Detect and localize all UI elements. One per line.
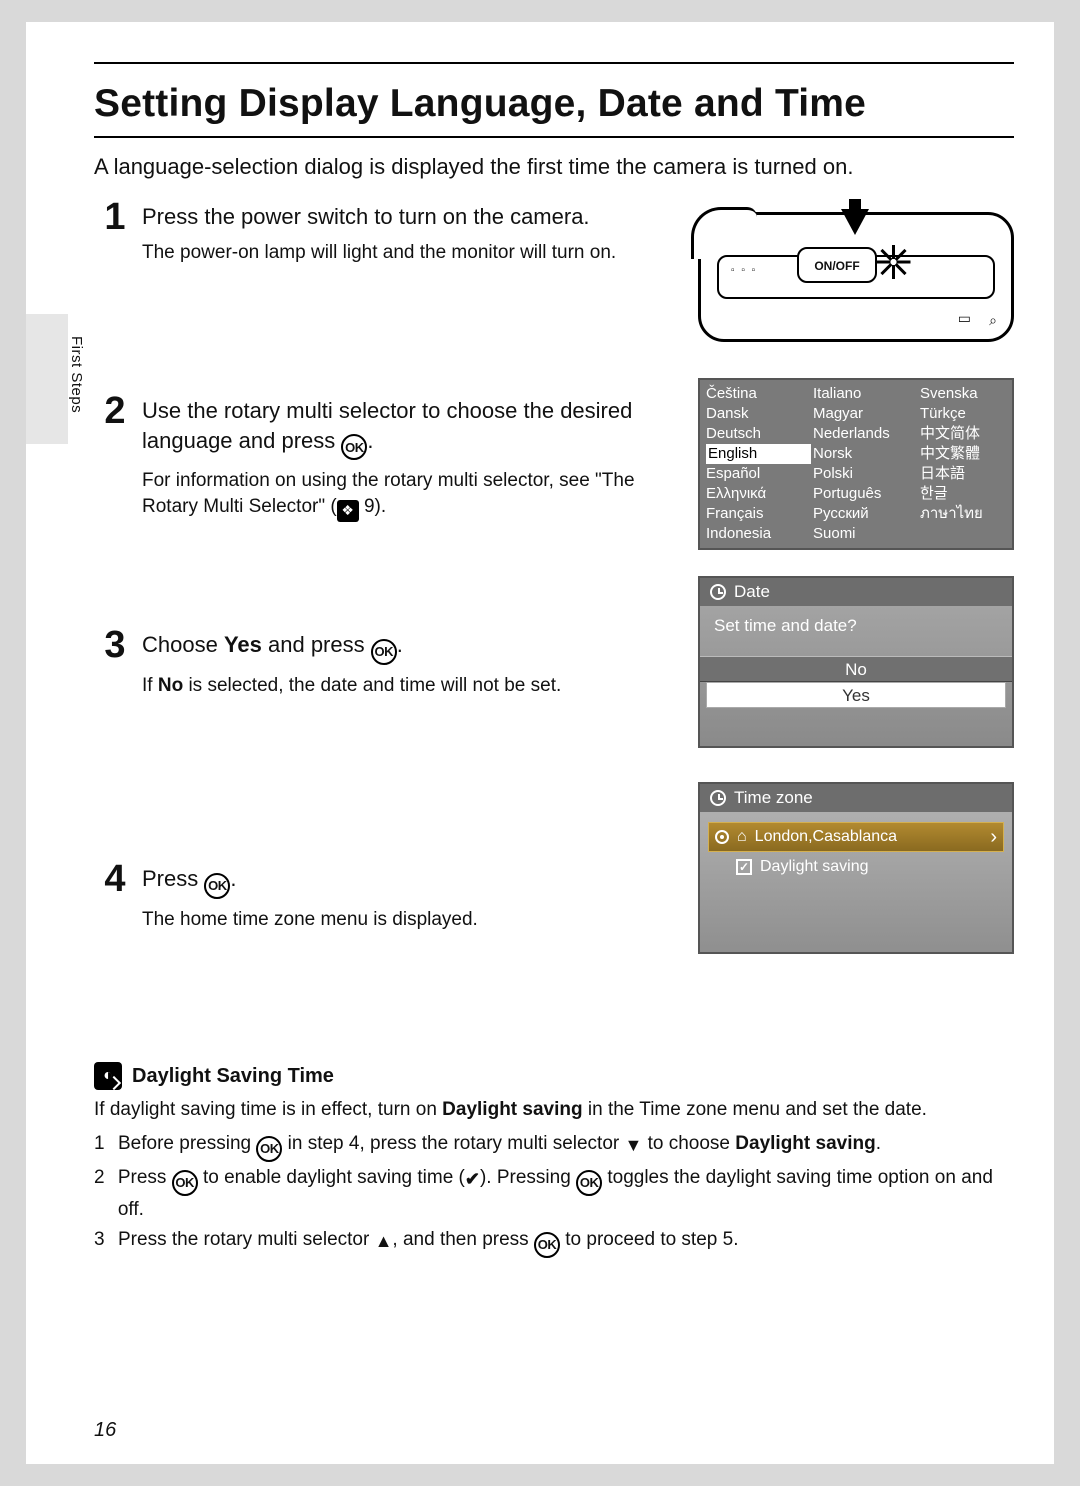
chevron-right-icon: › <box>990 826 997 849</box>
triangle-up-icon: ▲ <box>375 1228 393 1254</box>
step-number: 4 <box>94 858 136 901</box>
lang-item: Italiano <box>813 384 918 404</box>
camera-illustration: ▫ ▫ ▫ ON/OFF ▭ ⌕ <box>698 212 1014 342</box>
lang-item: Norsk <box>813 444 918 464</box>
lang-item: Español <box>706 464 811 484</box>
step-description: The power-on lamp will light and the mon… <box>142 240 662 266</box>
section-tab-bg <box>26 314 68 444</box>
step-description: If No is selected, the date and time wil… <box>142 673 662 699</box>
note-item-3: 3 Press the rotary multi selector ▲, and… <box>94 1226 1014 1258</box>
note-body: If daylight saving time is in effect, tu… <box>94 1096 1014 1258</box>
timezone-location-row: ⌂ London,Casablanca › <box>708 822 1004 852</box>
lang-item: 한글 <box>920 484 1020 504</box>
daylight-saving-row: ✓ Daylight saving <box>708 852 1004 882</box>
lang-item: Čeština <box>706 384 811 404</box>
lang-item: Polski <box>813 464 918 484</box>
lang-item: Português <box>813 484 918 504</box>
note-item-1: 1 Before pressing OK in step 4, press th… <box>94 1130 1014 1162</box>
checkbox-icon: ✓ <box>736 859 752 875</box>
step-description: The home time zone menu is displayed. <box>142 907 662 933</box>
target-icon <box>715 830 729 844</box>
ok-icon: OK <box>534 1232 560 1258</box>
dialog-title-bar: Time zone <box>700 784 1012 812</box>
dialog-question: Set time and date? <box>700 606 1012 656</box>
triangle-down-icon: ▼ <box>625 1132 643 1158</box>
lang-item: Русский <box>813 504 918 524</box>
dialog-title: Date <box>734 582 770 602</box>
lang-item: Türkçe <box>920 404 1020 424</box>
lang-item: Suomi <box>813 524 918 544</box>
arrow-down-icon <box>841 209 869 235</box>
note-list: 1 Before pressing OK in step 4, press th… <box>94 1130 1014 1259</box>
home-icon: ⌂ <box>737 828 747 846</box>
dialog-title-bar: Date <box>700 578 1012 606</box>
note-icon: ◐ <box>94 1062 122 1090</box>
ok-icon: OK <box>256 1136 282 1162</box>
step-number: 3 <box>94 624 136 667</box>
language-selection-screen: Čeština Italiano Svenska Dansk Magyar Tü… <box>698 378 1014 550</box>
dialog-title: Time zone <box>734 788 813 808</box>
ok-icon: OK <box>341 434 367 460</box>
clock-icon <box>710 584 726 600</box>
page-title: Setting Display Language, Date and Time <box>94 82 1014 138</box>
top-rule <box>94 62 1014 64</box>
note-item-2: 2 Press OK to enable daylight saving tim… <box>94 1164 1014 1224</box>
step-heading: Press OK. <box>142 864 662 899</box>
lang-item-selected: English <box>706 444 811 464</box>
lang-item: 中文简体 <box>920 424 1020 444</box>
xref-icon: ❖ <box>337 500 359 522</box>
clock-icon <box>710 790 726 806</box>
speaker-icon: ▭ <box>958 310 971 327</box>
note-title: Daylight Saving Time <box>132 1065 334 1088</box>
lang-item: 中文繁體 <box>920 444 1020 464</box>
ok-icon: OK <box>204 873 230 899</box>
step-heading: Choose Yes and press OK. <box>142 630 662 665</box>
date-dialog-screen: Date Set time and date? No Yes <box>698 576 1014 748</box>
step-number: 2 <box>94 390 136 433</box>
lang-item: Deutsch <box>706 424 811 444</box>
ok-icon: OK <box>576 1170 602 1196</box>
note-lead: If daylight saving time is in effect, tu… <box>94 1096 1014 1124</box>
lang-item <box>920 524 1020 544</box>
ok-icon: OK <box>371 639 397 665</box>
daylight-saving-label: Daylight saving <box>760 858 869 876</box>
step-heading: Use the rotary multi selector to choose … <box>142 396 662 460</box>
step-heading: Press the power switch to turn on the ca… <box>142 202 662 232</box>
lang-item: Svenska <box>920 384 1020 404</box>
page-number: 16 <box>94 1419 116 1442</box>
power-switch-label: ON/OFF <box>797 247 877 283</box>
flash-burst-icon <box>877 245 911 279</box>
option-yes: Yes <box>706 682 1006 708</box>
note-section: ◐ Daylight Saving Time If daylight savin… <box>94 1062 1014 1258</box>
intro-text: A language-selection dialog is displayed… <box>94 154 853 180</box>
indicator-dots: ▫ ▫ ▫ <box>731 265 757 276</box>
option-no: No <box>700 656 1012 682</box>
lang-item: Ελληνικά <box>706 484 811 504</box>
lang-item: Indonesia <box>706 524 811 544</box>
step-number: 1 <box>94 196 136 239</box>
step-description: For information on using the rotary mult… <box>142 468 662 521</box>
note-header: ◐ Daylight Saving Time <box>94 1062 1014 1090</box>
ok-icon: OK <box>172 1170 198 1196</box>
check-icon: ✔ <box>465 1166 480 1192</box>
lang-item: Magyar <box>813 404 918 424</box>
lang-item: Nederlands <box>813 424 918 444</box>
lang-item: 日本語 <box>920 464 1020 484</box>
timezone-location: London,Casablanca <box>755 828 897 846</box>
manual-page: First Steps Setting Display Language, Da… <box>26 22 1054 1464</box>
language-grid: Čeština Italiano Svenska Dansk Magyar Tü… <box>700 384 1012 544</box>
section-tab-label: First Steps <box>68 336 85 413</box>
lang-item: Français <box>706 504 811 524</box>
timezone-dialog-screen: Time zone ⌂ London,Casablanca › ✓ Daylig… <box>698 782 1014 954</box>
lang-item: ภาษาไทย <box>920 504 1020 524</box>
lang-item: Dansk <box>706 404 811 424</box>
camera-corner <box>691 207 757 259</box>
zoom-icon: ⌕ <box>989 312 997 329</box>
